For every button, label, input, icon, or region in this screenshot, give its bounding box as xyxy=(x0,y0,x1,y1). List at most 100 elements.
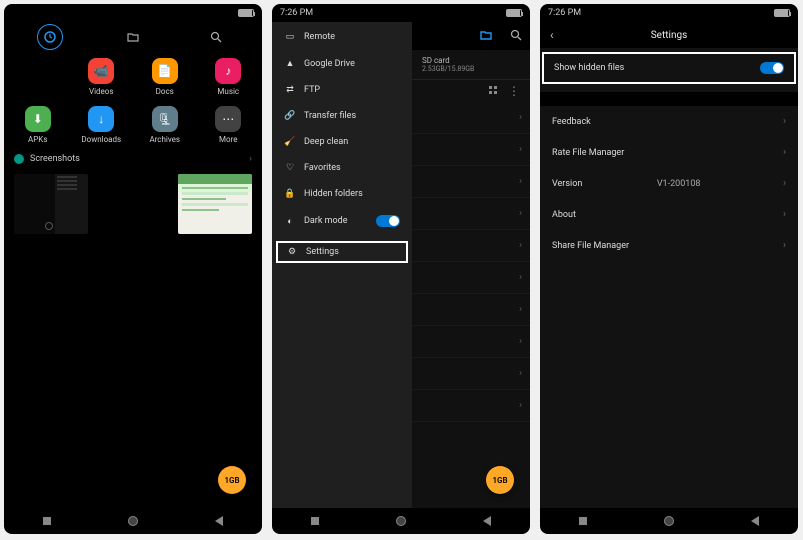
list-item[interactable]: › xyxy=(412,230,530,262)
list-item[interactable]: › xyxy=(412,326,530,358)
drawer-label: Google Drive xyxy=(304,59,355,69)
drawer-label: FTP xyxy=(304,85,320,95)
drawer-item-ftp[interactable]: ⇄ FTP xyxy=(272,77,412,103)
recents-button[interactable] xyxy=(311,517,319,525)
home-button[interactable] xyxy=(664,516,674,526)
drawer-item-remote[interactable]: ▭Remote xyxy=(272,24,412,50)
setting-share-file-manager[interactable]: Share File Manager› xyxy=(540,230,798,261)
drawer-icon: 🔒 xyxy=(284,189,296,199)
category-videos[interactable]: 📹 Videos xyxy=(70,58,134,96)
back-button[interactable] xyxy=(483,516,491,526)
drawer-item-dark-mode[interactable]: ◐Dark mode xyxy=(272,207,412,235)
drawer-icon: ⇄ xyxy=(284,85,296,95)
status-icons xyxy=(766,8,790,18)
category-icon: 📹 xyxy=(88,58,114,84)
tab-recent[interactable] xyxy=(37,24,63,50)
drawer-item-google-drive[interactable]: ▲Google Drive xyxy=(272,50,412,77)
category-label: APKs xyxy=(28,135,47,144)
more-icon[interactable]: ⋮ xyxy=(508,84,520,98)
drawer-item-deep-clean[interactable]: 🧹 Deep clean xyxy=(272,129,412,155)
drawer-item-favorites[interactable]: ♡Favorites xyxy=(272,155,412,181)
folder-list: › › › › › › › › › › xyxy=(412,102,530,422)
cleanup-fab[interactable]: 1GB xyxy=(486,466,514,494)
category-more[interactable]: ⋯More xyxy=(197,106,261,144)
chevron-right-icon: › xyxy=(519,144,522,155)
list-item[interactable]: › xyxy=(412,390,530,422)
tab-folders[interactable] xyxy=(120,24,146,50)
drawer-item-hidden-folders[interactable]: 🔒 Hidden folders xyxy=(272,181,412,207)
drawer-icon: ♡ xyxy=(284,163,296,173)
back-button[interactable] xyxy=(751,516,759,526)
category-music[interactable]: ♪Music xyxy=(197,58,261,96)
setting-label: Show hidden files xyxy=(554,63,624,73)
category-docs[interactable]: 📄Docs xyxy=(133,58,197,96)
drawer-background: SD card 2.53GB/15.89GB ⋮ › › › › › › › ›… xyxy=(412,22,530,508)
settings-list: Show hidden files Feedback›Rate File Mana… xyxy=(540,48,798,508)
drawer-label: Dark mode xyxy=(304,216,348,226)
search-icon[interactable] xyxy=(510,29,522,44)
chevron-right-icon: › xyxy=(519,240,522,251)
statusbar xyxy=(4,4,262,22)
home-button[interactable] xyxy=(396,516,406,526)
category-icon: ♪ xyxy=(215,58,241,84)
cleanup-fab[interactable]: 1GB xyxy=(218,466,246,494)
setting-show-hidden-files[interactable]: Show hidden files xyxy=(542,52,796,84)
setting-value: V1-200108 xyxy=(657,179,701,189)
android-navbar xyxy=(272,508,530,534)
battery-icon xyxy=(238,9,254,17)
drawer-label: Remote xyxy=(304,32,335,42)
chevron-right-icon: › xyxy=(519,176,522,187)
drawer-item-settings[interactable]: ⚙Settings xyxy=(274,239,410,265)
list-item[interactable]: › xyxy=(412,358,530,390)
chevron-right-icon: › xyxy=(249,154,252,164)
setting-rate-file-manager[interactable]: Rate File Manager› xyxy=(540,137,798,168)
setting-version[interactable]: Version V1-200108 › xyxy=(540,168,798,199)
setting-label: Share File Manager xyxy=(552,241,629,251)
back-icon[interactable]: ‹ xyxy=(550,28,554,42)
chevron-right-icon: › xyxy=(519,272,522,283)
statusbar: 7:26 PM xyxy=(272,4,530,22)
category-downloads[interactable]: ↓Downloads xyxy=(70,106,134,144)
setting-feedback[interactable]: Feedback› xyxy=(540,106,798,137)
category-apks[interactable]: ⬇APKs xyxy=(6,106,70,144)
setting-label: Version xyxy=(552,179,582,189)
drawer-icon: 🧹 xyxy=(284,137,296,147)
drawer-label: Hidden folders xyxy=(304,189,363,199)
category-icon: 🗜 xyxy=(152,106,178,132)
statusbar: 7:26 PM xyxy=(540,4,798,22)
category-label: Videos xyxy=(89,87,113,96)
battery-icon xyxy=(774,9,790,17)
drawer-item-transfer-files[interactable]: 🔗Transfer files xyxy=(272,103,412,129)
category-icon: ↓ xyxy=(88,106,114,132)
storage-used: 2.53GB xyxy=(422,65,445,73)
setting-about[interactable]: About › xyxy=(540,199,798,230)
list-item[interactable]: › xyxy=(412,198,530,230)
recents-button[interactable] xyxy=(579,517,587,525)
search-icon[interactable] xyxy=(203,24,229,50)
recents-button[interactable] xyxy=(43,517,51,525)
chevron-right-icon: › xyxy=(783,209,786,220)
screenshot-thumb[interactable] xyxy=(178,174,252,234)
category-icon: 📄 xyxy=(152,58,178,84)
list-item[interactable]: › xyxy=(412,134,530,166)
list-item[interactable]: › xyxy=(412,166,530,198)
toggle-switch[interactable] xyxy=(376,215,400,227)
chevron-right-icon: › xyxy=(783,178,786,189)
bg-tabs xyxy=(412,22,530,50)
list-item[interactable]: › xyxy=(412,102,530,134)
status-icons xyxy=(230,8,254,18)
folder-icon[interactable] xyxy=(480,29,492,44)
setting-label: About xyxy=(552,210,576,220)
screenshot-thumb[interactable] xyxy=(14,174,88,234)
grid-view-icon[interactable] xyxy=(488,85,498,98)
storage-info[interactable]: SD card 2.53GB/15.89GB xyxy=(412,50,530,80)
nav-drawer: ▭Remote▲Google Drive⇄FTP🔗Transfer files🧹… xyxy=(272,22,412,508)
back-button[interactable] xyxy=(215,516,223,526)
section-screenshots[interactable]: Screenshots › xyxy=(4,148,262,170)
home-button[interactable] xyxy=(128,516,138,526)
list-item[interactable]: › xyxy=(412,294,530,326)
list-item[interactable]: › xyxy=(412,262,530,294)
category-archives[interactable]: 🗜Archives xyxy=(133,106,197,144)
toggle-switch[interactable] xyxy=(760,62,784,74)
drawer-label: Deep clean xyxy=(304,137,348,147)
